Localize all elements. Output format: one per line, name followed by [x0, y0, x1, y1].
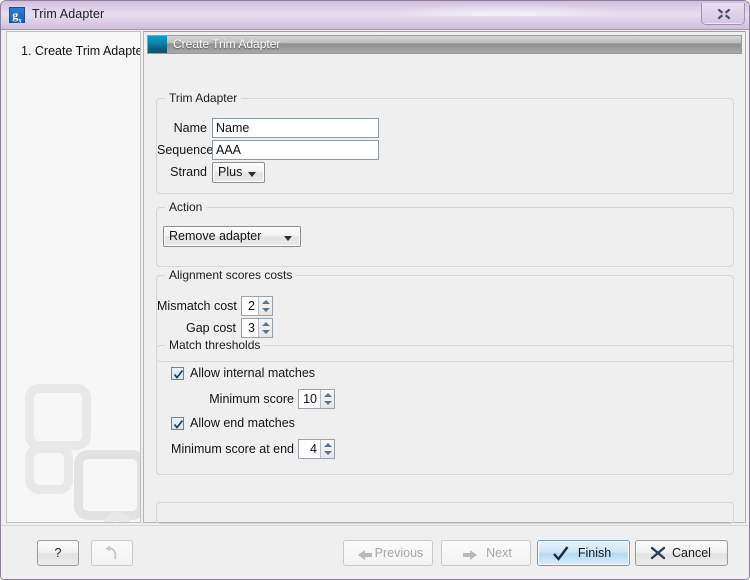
- reset-button[interactable]: [91, 540, 133, 566]
- allow-internal-matches-checkbox[interactable]: [171, 367, 184, 380]
- sidebar-item-create-trim-adapter[interactable]: 1. Create Trim Adapter: [13, 41, 140, 61]
- close-icon: [717, 8, 731, 20]
- help-button[interactable]: ?: [37, 540, 79, 566]
- close-button[interactable]: [701, 3, 745, 25]
- finish-button-label: Finish: [577, 546, 612, 560]
- wizard-steps-sidebar: 1. Create Trim Adapter: [6, 31, 141, 523]
- undo-arrow-icon: [105, 545, 117, 560]
- group-action: Action Remove adapter: [156, 200, 734, 267]
- check-icon: [173, 420, 184, 429]
- previous-button[interactable]: Previous: [343, 540, 433, 566]
- mismatch-cost-value: 2: [248, 299, 255, 313]
- action-select-value: Remove adapter: [169, 229, 262, 243]
- title-bar: gx Trim Adapter: [1, 1, 749, 30]
- group-trim-adapter: Trim Adapter Name Sequence Strand Plus: [156, 91, 734, 194]
- stepper-buttons[interactable]: [320, 440, 334, 458]
- allow-end-matches-label: Allow end matches: [190, 416, 295, 430]
- help-button-label: ?: [54, 546, 62, 560]
- strand-select-value: Plus: [218, 165, 243, 179]
- gap-cost-label: Gap cost: [185, 321, 236, 335]
- arrow-right-tail: [463, 553, 470, 557]
- stepper-up-icon[interactable]: [262, 322, 270, 326]
- mismatch-cost-stepper[interactable]: 2: [241, 296, 273, 316]
- group-thresholds-title: Match thresholds: [165, 338, 265, 352]
- checkmark-icon: [553, 546, 569, 561]
- allow-end-matches-checkbox[interactable]: [171, 417, 184, 430]
- stepper-buttons[interactable]: [258, 297, 272, 315]
- content-panel: Create Trim Adapter Trim Adapter Name Se…: [143, 31, 746, 524]
- minimum-score-label: Minimum score: [209, 392, 294, 406]
- stepper-up-icon[interactable]: [324, 393, 332, 397]
- minimum-score-at-end-value: 4: [310, 442, 317, 456]
- trim-adapter-dialog: gx Trim Adapter 1. Create Trim Adapter C…: [0, 0, 750, 580]
- stepper-buttons[interactable]: [258, 319, 272, 337]
- previous-button-label: Previous: [374, 546, 424, 560]
- stepper-down-icon[interactable]: [262, 308, 270, 312]
- allow-internal-matches-label: Allow internal matches: [190, 366, 316, 380]
- arrow-right-icon: [470, 550, 477, 560]
- wizard-step-icon: [148, 36, 167, 53]
- name-label: Name: [173, 121, 207, 135]
- next-button[interactable]: Next: [441, 540, 531, 566]
- stepper-down-icon[interactable]: [324, 451, 332, 455]
- stepper-down-icon[interactable]: [324, 401, 332, 405]
- chevron-down-icon: [248, 172, 256, 177]
- stepper-up-icon[interactable]: [324, 443, 332, 447]
- group-alignment-title: Alignment scores costs: [165, 268, 297, 282]
- check-icon: [173, 370, 184, 379]
- sequence-label: Sequence: [157, 143, 214, 157]
- window-title: Trim Adapter: [32, 7, 105, 21]
- name-input[interactable]: [212, 118, 379, 138]
- arrow-left-icon: [358, 550, 365, 560]
- mismatch-cost-label: Mismatch cost: [157, 299, 237, 313]
- gap-cost-value: 3: [248, 321, 255, 335]
- sidebar-item-label: 1. Create Trim Adapter: [21, 44, 141, 58]
- chevron-down-icon: [284, 236, 292, 241]
- minimum-score-value: 10: [303, 392, 317, 406]
- next-button-label: Next: [486, 546, 512, 560]
- finish-button[interactable]: Finish: [537, 540, 630, 566]
- titlebar-sheen: [381, 2, 631, 16]
- gap-cost-stepper[interactable]: 3: [241, 318, 273, 338]
- cancel-button-label: Cancel: [672, 546, 711, 560]
- content-header-title: Create Trim Adapter: [173, 37, 281, 51]
- sidebar-watermark: [7, 32, 140, 522]
- minimum-score-at-end-label: Minimum score at end: [171, 442, 294, 456]
- content-header: Create Trim Adapter: [147, 35, 742, 54]
- group-trim-adapter-title: Trim Adapter: [165, 91, 242, 105]
- group-empty-footer: [156, 502, 734, 524]
- stepper-up-icon[interactable]: [262, 300, 270, 304]
- dialog-footer: ? Previous Next Finish Cancel: [1, 525, 749, 579]
- action-select[interactable]: Remove adapter: [163, 226, 301, 247]
- minimum-score-stepper[interactable]: 10: [298, 389, 335, 409]
- group-action-title: Action: [165, 200, 207, 214]
- minimum-score-at-end-stepper[interactable]: 4: [298, 439, 335, 459]
- sequence-input[interactable]: [212, 140, 379, 160]
- strand-select[interactable]: Plus: [212, 162, 265, 183]
- strand-label: Strand: [170, 165, 207, 179]
- stepper-down-icon[interactable]: [262, 330, 270, 334]
- x-icon: [650, 546, 666, 560]
- stepper-buttons[interactable]: [320, 390, 334, 408]
- cancel-button[interactable]: Cancel: [635, 540, 728, 566]
- group-match-thresholds: Match thresholds Allow internal matches …: [156, 338, 734, 475]
- arrow-left-tail: [365, 553, 372, 557]
- app-icon: gx: [9, 7, 25, 24]
